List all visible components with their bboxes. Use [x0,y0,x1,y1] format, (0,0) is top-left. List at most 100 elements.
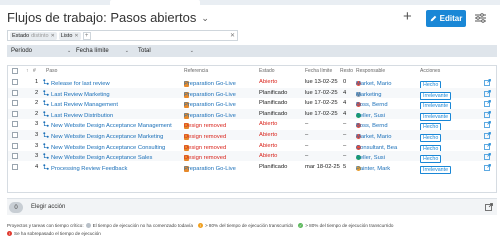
owner-name: Market, Mario [356,81,392,87]
filter-bar[interactable]: Estado distinto ✕ Listo ✕ + ✕ [7,30,238,41]
step-link[interactable]: Last Review Distribution [43,111,113,119]
row-checkbox[interactable] [12,142,18,149]
table-row[interactable]: 3 New Website Design Acceptance Marketing… [8,130,496,142]
step-link[interactable]: New Website Design Acceptance Marketing [43,132,163,140]
grouping-bar: Período ⌄ Fecha límite ⌄ Total ⌄ [7,45,497,57]
open-external-icon[interactable] [484,142,491,150]
row-number: 3 [35,121,39,128]
row-number: 2 [35,100,39,107]
group-total[interactable]: Total ⌄ [138,48,194,54]
open-external-icon[interactable] [484,121,491,129]
owner-name: Market, Mario [356,134,392,140]
open-external-icon[interactable] [484,153,491,161]
group-due-label: Fecha límite [76,48,109,54]
table-row[interactable]: 4 Processing Review Feedback Preparation G… [8,162,496,174]
chevron-down-icon[interactable]: ⌄ [125,48,129,54]
row-checkbox[interactable] [12,163,18,170]
owner-name: Seller, Susi [356,112,385,119]
group-period[interactable]: Período ⌄ [11,48,71,54]
step-link[interactable]: Last Review Marketing [43,89,110,98]
chevron-down-icon[interactable]: ⌄ [201,13,209,24]
filter-chip-listo[interactable]: Listo ✕ [58,31,81,40]
action-button[interactable]: Irrelevante [420,165,452,174]
open-external-icon[interactable] [484,110,491,118]
step-name: New Website Design Acceptance Marketing [51,134,164,140]
table-row[interactable]: 3 New Website Design Acceptance Managemen… [8,119,496,132]
edit-button[interactable]: Editar [426,10,466,27]
workflow-icon [43,100,49,106]
step-link[interactable]: Release for last review [43,79,110,87]
table-header: ↑ # Paso Referencia Estado Fecha límite … [8,66,496,76]
due-date: lue 13-02-25 [305,79,338,85]
step-link[interactable]: New Website Design Acceptance Management [43,121,172,129]
workflow-icon [43,132,49,138]
group-due[interactable]: Fecha límite ⌄ [76,48,129,54]
row-number: 3 [35,132,39,138]
step-name: New Website Design Acceptance Sales [51,155,153,162]
sliders-settings-icon[interactable] [474,12,487,24]
due-date: lue 17-02-25 [305,110,338,117]
column-number[interactable]: # [33,68,36,74]
rest-days: 0 [343,79,347,85]
row-checkbox[interactable] [12,132,18,138]
status-text: Abierto [259,153,278,160]
column-owner[interactable]: Responsable [356,68,385,74]
row-checkbox[interactable] [12,79,18,85]
row-checkbox[interactable] [12,153,18,160]
column-step[interactable]: Paso [46,68,57,74]
table-row[interactable]: 3 New Website Design Acceptance Consultin… [8,141,496,153]
select-all-checkbox[interactable] [12,68,18,74]
status-text: Abierto [259,121,278,128]
owner-name: Boss, Bernd [356,123,388,130]
column-actions[interactable]: Acciones [420,68,440,74]
filter-chip-value: distinto [31,32,49,39]
step-link[interactable]: New Website Design Acceptance Consulting [43,142,165,151]
clear-filters-icon[interactable]: ✕ [230,32,235,39]
owner-name: Painter, Mark [356,165,391,172]
close-icon[interactable]: ✕ [51,33,55,39]
workflow-icon [43,142,49,149]
row-checkbox[interactable] [12,121,18,128]
table-row[interactable]: 2 Last Review Marketing Preparation Go-Liv… [8,87,496,100]
open-external-icon[interactable] [484,132,491,139]
due-date: – [305,132,309,138]
row-checkbox[interactable] [12,89,18,96]
legend-line-1: Proyectos y tareas con tiempo crítico: E… [7,221,497,229]
row-number: 2 [35,110,39,117]
sort-icon[interactable]: ↑ [26,68,29,74]
column-rest[interactable]: Resto [340,68,353,74]
choose-action-label: Elegir acción [31,204,66,210]
steps-table: ↑ # Paso Referencia Estado Fecha límite … [7,65,497,193]
add-icon[interactable]: + [403,9,412,24]
due-date: – [305,142,309,149]
table-row[interactable]: 2 Last Review Management Preparation Go-Li… [8,98,496,111]
column-reference[interactable]: Referencia [184,68,208,74]
step-link[interactable]: Last Review Management [43,100,118,108]
table-row[interactable]: 3 New Website Design Acceptance Sales Desi… [8,151,496,164]
step-link[interactable]: Processing Review Feedback [43,164,127,172]
page-title[interactable]: Flujos de trabajo: Pasos abiertos ⌄ [7,10,209,25]
chevron-down-icon[interactable]: ⌄ [67,48,71,54]
column-due[interactable]: Fecha límite [305,68,332,74]
step-name: New Website Design Acceptance Management [51,123,172,130]
open-external-icon[interactable] [484,163,491,171]
overdue-dot-icon: ! [7,230,12,236]
close-icon[interactable]: ✕ [74,33,78,39]
table-row[interactable]: 2 Last Review Distribution Preparation Go-… [8,108,496,121]
workflow-icon [43,89,49,96]
column-status[interactable]: Estado [259,68,275,74]
filter-chip-estado[interactable]: Estado distinto ✕ [10,31,57,40]
row-checkbox[interactable] [12,100,18,107]
export-icon[interactable] [485,203,493,211]
open-external-icon[interactable] [484,79,491,86]
add-filter-button[interactable]: + [82,31,91,40]
choose-action-dropdown[interactable]: Elegir acción [31,204,65,210]
row-checkbox[interactable] [12,110,18,117]
step-link[interactable]: New Website Design Acceptance Sales [43,153,152,161]
open-external-icon[interactable] [484,89,491,97]
open-external-icon[interactable] [484,100,491,108]
group-total-label: Total [138,48,151,54]
rest-days: 4 [343,110,347,117]
table-row[interactable]: 1 Release for last review Preparation Go-L… [8,77,496,89]
chevron-down-icon[interactable]: ⌄ [190,48,194,54]
